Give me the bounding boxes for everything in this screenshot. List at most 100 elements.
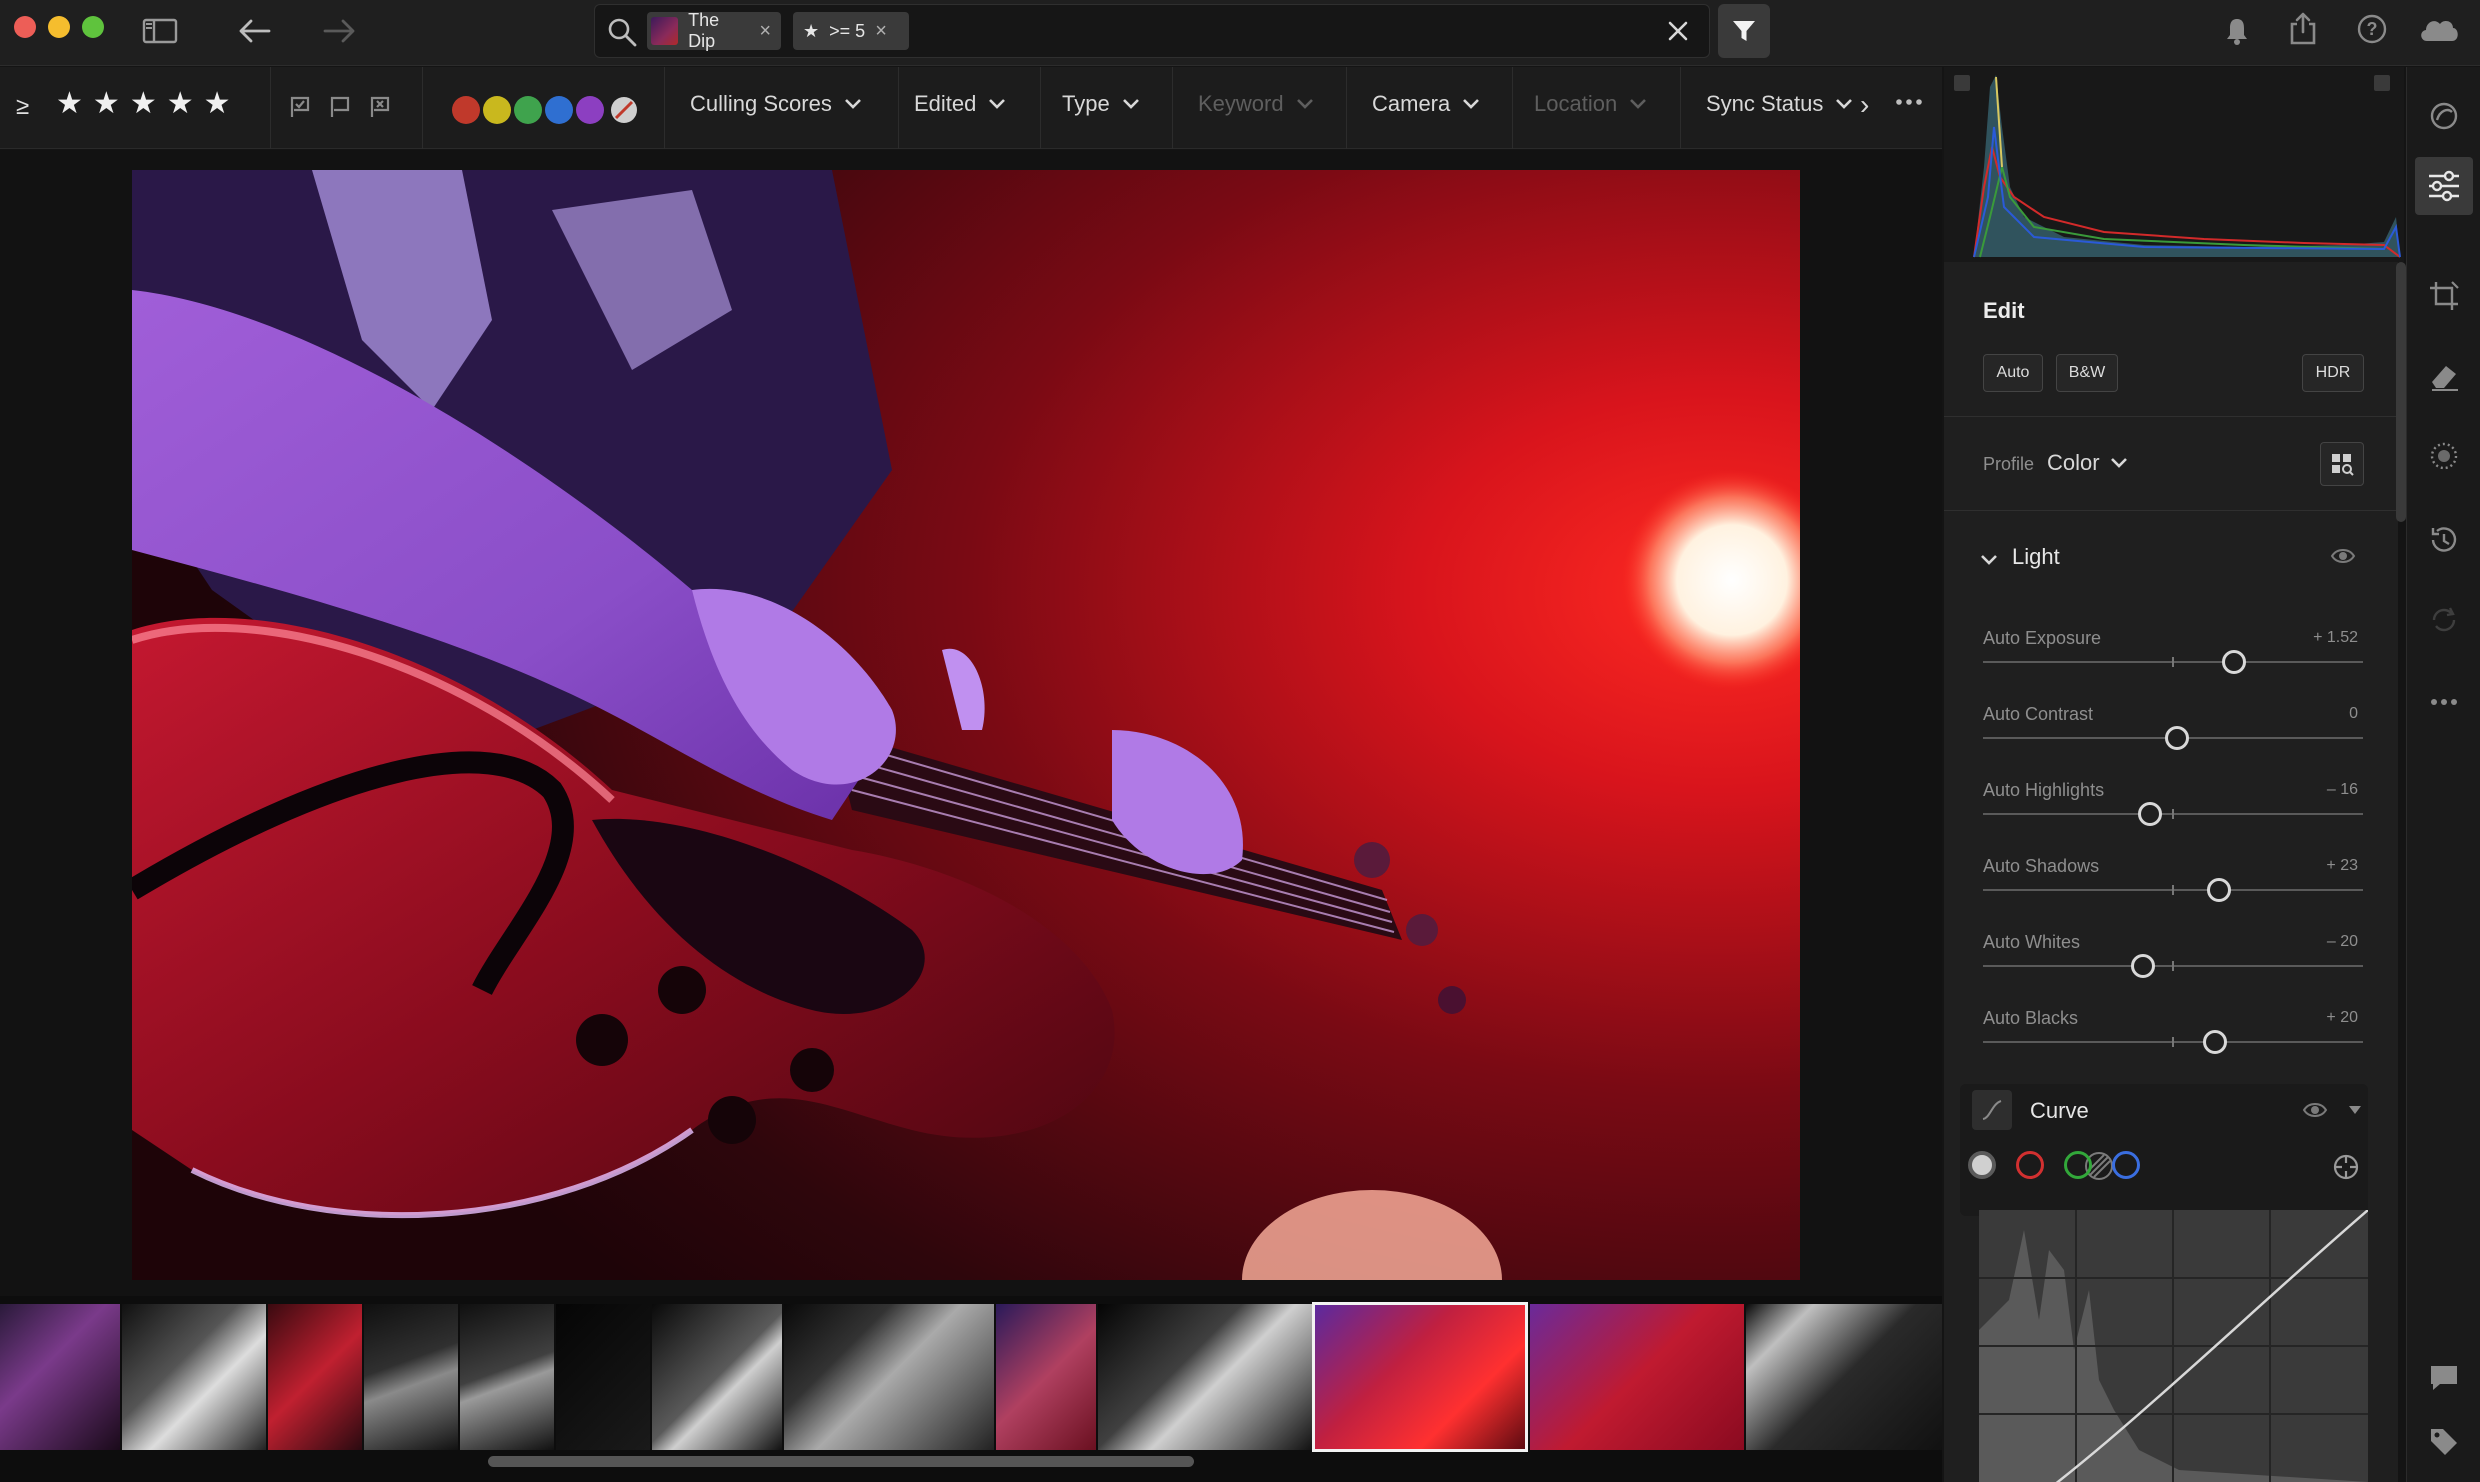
share-icon[interactable] [2286, 10, 2320, 48]
filter-dropdown-sync-status[interactable]: Sync Status [1706, 91, 1853, 117]
color-label-dot[interactable] [514, 96, 542, 124]
slider-value[interactable]: 0 [2349, 705, 2358, 723]
profile-dropdown[interactable]: Color [2047, 450, 2128, 476]
slider-thumb[interactable] [2164, 726, 2189, 750]
highlight-clipping-toggle[interactable] [2374, 75, 2390, 91]
slider-thumb[interactable] [2130, 954, 2155, 978]
color-label-dot[interactable] [576, 96, 604, 124]
filmstrip-thumbnail[interactable] [122, 1304, 266, 1450]
filmstrip-thumbnail[interactable] [1530, 1304, 1744, 1450]
shadow-clipping-toggle[interactable] [1954, 75, 1970, 91]
filmstrip-scrollbar[interactable] [488, 1456, 1194, 1467]
comment-icon[interactable] [2421, 1355, 2467, 1401]
tone-curve-graph[interactable] [1979, 1210, 2368, 1482]
curve-icon[interactable] [1972, 1090, 2012, 1130]
color-label-dot[interactable] [452, 96, 480, 124]
filmstrip-thumbnail[interactable] [0, 1304, 120, 1450]
scroll-filters-right-icon[interactable]: › [1860, 89, 1869, 121]
curve-channel-button[interactable] [2064, 1151, 2092, 1179]
no-color-label-icon[interactable] [610, 96, 638, 124]
filmstrip-thumbnail[interactable] [364, 1304, 458, 1450]
curve-section-title[interactable]: Curve [2030, 1098, 2089, 1124]
slider-value[interactable]: + 1.52 [2313, 629, 2358, 647]
curve-channel-button[interactable] [1968, 1151, 1996, 1179]
color-label-dot[interactable] [545, 96, 573, 124]
bw-button[interactable]: B&W [2056, 354, 2118, 392]
crop-icon[interactable] [2421, 273, 2467, 319]
filmstrip-thumbnail[interactable] [784, 1304, 994, 1450]
help-icon[interactable]: ? [2355, 12, 2389, 46]
slider-thumb[interactable] [2221, 650, 2246, 674]
forward-arrow-icon[interactable] [322, 14, 358, 48]
star-icon[interactable]: ★ [56, 89, 83, 119]
close-window-button[interactable] [14, 16, 36, 38]
filter-toggle-button[interactable] [1718, 4, 1770, 58]
filter-dropdown-edited[interactable]: Edited [914, 91, 1006, 117]
tool-strip [2406, 67, 2480, 1482]
star-icon[interactable]: ★ [167, 89, 194, 119]
remove-chip-icon[interactable]: × [875, 20, 887, 43]
notification-bell-icon[interactable] [2220, 14, 2254, 48]
filmstrip-thumbnail[interactable] [996, 1304, 1096, 1450]
chevron-down-icon[interactable] [1980, 554, 1998, 566]
filmstrip-thumbnail[interactable] [556, 1304, 650, 1450]
filmstrip-thumbnail[interactable] [1098, 1304, 1312, 1450]
eye-icon[interactable] [2330, 546, 2356, 566]
curve-channel-button[interactable] [2016, 1151, 2044, 1179]
title-bar: The Dip × ★ >= 5 × ? [0, 0, 2480, 66]
filter-dropdown-camera[interactable]: Camera [1372, 91, 1480, 117]
unflagged-icon[interactable] [328, 95, 352, 119]
star-rating-filter[interactable]: ★ ★ ★ ★ ★ [56, 89, 231, 119]
rejected-flag-icon[interactable] [368, 95, 392, 119]
zoom-window-button[interactable] [82, 16, 104, 38]
remove-chip-icon[interactable]: × [759, 20, 771, 43]
star-icon[interactable]: ★ [130, 89, 157, 119]
auto-button[interactable]: Auto [1983, 354, 2043, 392]
filmstrip-thumbnail[interactable] [268, 1304, 362, 1450]
edit-sliders-icon[interactable] [2415, 157, 2473, 215]
history-clock-icon[interactable] [2421, 517, 2467, 563]
masking-icon[interactable] [2421, 433, 2467, 479]
color-label-dot[interactable] [483, 96, 511, 124]
slider-thumb[interactable] [2206, 878, 2231, 902]
filter-dropdown-type[interactable]: Type [1062, 91, 1140, 117]
target-adjust-icon[interactable] [2332, 1153, 2360, 1181]
filter-dropdown-label: Type [1062, 91, 1110, 116]
tag-icon[interactable] [2421, 1419, 2467, 1465]
healing-eraser-icon[interactable] [2421, 353, 2467, 399]
slider-value[interactable]: – 20 [2327, 933, 2358, 951]
rating-filter-chip[interactable]: ★ >= 5 × [793, 12, 909, 50]
star-icon[interactable]: ★ [93, 89, 120, 119]
edit-panel-scrollbar[interactable] [2396, 262, 2406, 522]
sidebar-toggle-icon[interactable] [140, 14, 180, 48]
profile-browser-button[interactable] [2320, 442, 2364, 486]
filmstrip-thumbnail[interactable] [460, 1304, 554, 1450]
picked-flag-icon[interactable] [288, 95, 312, 119]
slider-thumb[interactable] [2138, 802, 2163, 826]
caret-down-icon[interactable] [2348, 1105, 2362, 1115]
back-arrow-icon[interactable] [236, 14, 272, 48]
presets-icon[interactable] [2421, 93, 2467, 139]
slider-value[interactable]: – 16 [2327, 781, 2358, 799]
more-options-icon[interactable] [2421, 679, 2467, 725]
filmstrip-thumbnail-selected[interactable] [1312, 1302, 1528, 1452]
hdr-button[interactable]: HDR [2302, 354, 2364, 392]
search-field[interactable]: The Dip × ★ >= 5 × [594, 4, 1710, 58]
slider-thumb[interactable] [2202, 1030, 2227, 1054]
curve-channel-button[interactable] [2112, 1151, 2140, 1179]
cloud-sync-icon[interactable] [2416, 12, 2462, 46]
slider-value[interactable]: + 23 [2326, 857, 2358, 875]
filmstrip-thumbnail[interactable] [1746, 1304, 1942, 1450]
rating-compare-operator[interactable]: ≥ [16, 93, 29, 121]
ellipsis-icon[interactable] [1894, 87, 1924, 117]
eye-icon[interactable] [2302, 1100, 2328, 1120]
slider-value[interactable]: + 20 [2326, 1009, 2358, 1027]
light-section-title[interactable]: Light [2012, 544, 2060, 570]
star-icon[interactable]: ★ [204, 89, 231, 119]
album-filter-chip[interactable]: The Dip × [647, 10, 781, 51]
filmstrip-thumbnail[interactable] [652, 1304, 782, 1450]
filter-dropdown-culling-scores[interactable]: Culling Scores [690, 91, 862, 117]
main-photo[interactable] [132, 170, 1800, 1280]
clear-search-icon[interactable] [1665, 18, 1691, 44]
minimize-window-button[interactable] [48, 16, 70, 38]
